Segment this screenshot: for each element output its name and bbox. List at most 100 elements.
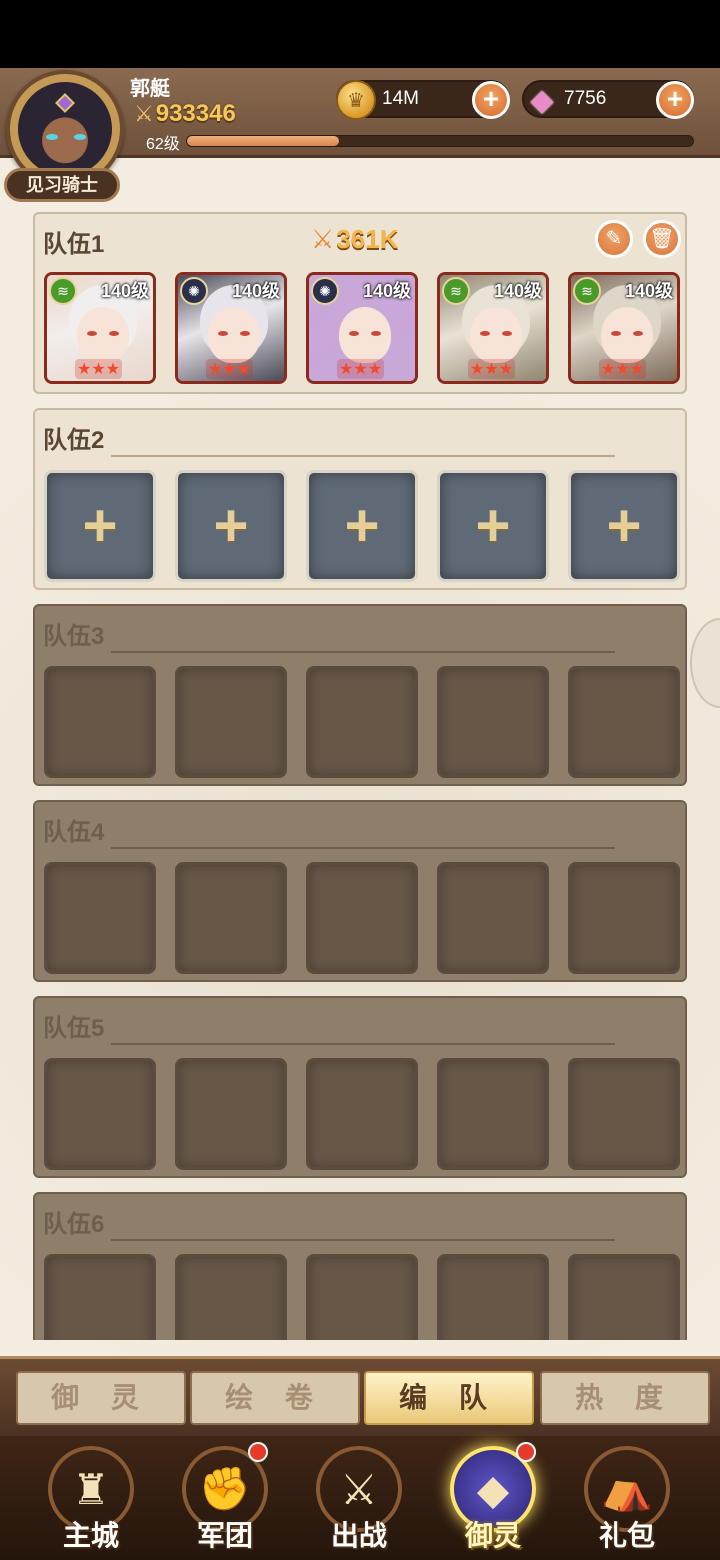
team-formation-screen: 郭艇 ⚔ 933346 62级 ♛ 14M + ◆ 7756 + 见习骑士 队伍… xyxy=(0,68,720,1560)
team-label: 队伍2 xyxy=(43,427,105,454)
level-progress-fill xyxy=(187,136,339,146)
hero-eye xyxy=(218,331,228,336)
hero-card[interactable]: ≋ 140级 ★★★ xyxy=(437,272,549,384)
subtab-1[interactable]: 绘 卷 xyxy=(190,1371,360,1425)
plus-icon: + xyxy=(606,492,642,559)
nav-item-4[interactable]: ⛺ 礼包 xyxy=(562,1440,692,1558)
edit-team-button[interactable]: ✎ xyxy=(595,220,633,258)
gem-icon: ◆ xyxy=(530,83,554,117)
team-slots xyxy=(44,1254,680,1340)
nav-label: 军团 xyxy=(196,1520,253,1551)
hero-card[interactable]: ≋ 140级 ★★★ xyxy=(44,272,156,384)
hero-eye xyxy=(502,331,512,336)
nav-item-1[interactable]: ✊ 军团 xyxy=(160,1440,290,1558)
divider xyxy=(111,455,615,457)
player-power-value: 933346 xyxy=(155,100,236,127)
nav-item-0[interactable]: ♜ 主城 xyxy=(26,1440,156,1558)
locked-slot xyxy=(44,1254,156,1340)
nav-item-3[interactable]: ◆ 御灵 xyxy=(428,1440,558,1558)
divider xyxy=(111,1239,615,1241)
avatar-eye xyxy=(74,134,86,140)
team-label: 队伍3 xyxy=(43,623,105,650)
team-slots: + + + + + xyxy=(44,470,680,582)
subtab-3[interactable]: 热 度 xyxy=(540,1371,710,1425)
notification-dot xyxy=(248,1442,268,1462)
team-label: 队伍6 xyxy=(43,1211,105,1238)
hero-level: 140级 xyxy=(493,281,542,301)
add-coins-button[interactable]: + xyxy=(472,81,510,119)
locked-slot xyxy=(437,1254,549,1340)
team-label: 队伍4 xyxy=(43,819,105,846)
team-power: ⚔ 361K xyxy=(311,224,398,255)
divider xyxy=(111,651,615,653)
hero-face xyxy=(208,307,260,363)
hero-card[interactable]: ≋ 140级 ★★★ xyxy=(568,272,680,384)
nav-item-2[interactable]: ⚔ 出战 xyxy=(294,1440,424,1558)
locked-slot xyxy=(568,1254,680,1340)
team-list[interactable]: 队伍1 ⚔ 361K ✎ 🗑 ≋ 140级 ★★★ ✺ 140级 ★★★ ✺ 140级 ★★★ ≋… xyxy=(0,168,720,1340)
coin-value: 14M xyxy=(382,88,419,109)
team-card-2: 队伍2 + + + + + xyxy=(33,408,687,590)
avatar-eye xyxy=(46,134,58,140)
locked-slot xyxy=(175,666,287,778)
empty-slot[interactable]: + xyxy=(437,470,549,582)
hero-eye xyxy=(480,331,490,336)
team-card-3: 队伍3 xyxy=(33,604,687,786)
player-title-badge: 见习骑士 xyxy=(4,168,120,202)
hero-card[interactable]: ✺ 140级 ★★★ xyxy=(306,272,418,384)
empty-slot[interactable]: + xyxy=(568,470,680,582)
hero-card[interactable]: ✺ 140级 ★★★ xyxy=(175,272,287,384)
locked-slot xyxy=(175,862,287,974)
locked-slot xyxy=(306,1254,418,1340)
team-label: 队伍1 xyxy=(43,231,105,258)
gem-counter: ◆ 7756 + xyxy=(522,80,694,119)
side-expand-handle[interactable] xyxy=(690,618,720,708)
hero-face xyxy=(339,307,391,363)
locked-slot xyxy=(437,666,549,778)
crossed-swords-icon: ⚔ xyxy=(311,224,335,254)
hero-stars: ★★★ xyxy=(599,359,647,379)
hero-eye xyxy=(349,331,359,336)
nav-label: 御灵 xyxy=(464,1520,521,1551)
level-progress-bar xyxy=(186,135,694,147)
nav-label: 主城 xyxy=(62,1520,119,1551)
empty-slot[interactable]: + xyxy=(306,470,418,582)
plus-icon: + xyxy=(213,492,249,559)
locked-slot xyxy=(568,862,680,974)
hero-face xyxy=(470,307,522,363)
locked-slot xyxy=(437,1058,549,1170)
status-bar xyxy=(0,0,720,68)
hero-level: 140级 xyxy=(362,281,411,301)
dark-element-icon: ✺ xyxy=(180,277,208,305)
coin-icon: ♛ xyxy=(336,80,376,120)
team-slots: ≋ 140级 ★★★ ✺ 140级 ★★★ ✺ 140级 ★★★ ≋ 140级 ★★★ ≋ 140级 ★★★ xyxy=(44,272,680,384)
divider xyxy=(111,1043,615,1045)
crown-jewel-icon xyxy=(55,93,75,113)
wind-element-icon: ≋ xyxy=(49,277,77,305)
locked-slot xyxy=(306,666,418,778)
wind-element-icon: ≋ xyxy=(573,277,601,305)
subtab-0[interactable]: 御 灵 xyxy=(16,1371,186,1425)
gem-value: 7756 xyxy=(564,88,607,109)
empty-slot[interactable]: + xyxy=(44,470,156,582)
plus-icon: + xyxy=(475,492,511,559)
locked-slot xyxy=(437,862,549,974)
add-gems-button[interactable]: + xyxy=(656,81,694,119)
team-slots xyxy=(44,862,680,974)
subtab-2[interactable]: 编 队 xyxy=(364,1371,534,1425)
locked-slot xyxy=(44,666,156,778)
hero-stars: ★★★ xyxy=(337,359,385,379)
hero-stars: ★★★ xyxy=(206,359,254,379)
hero-level: 140级 xyxy=(624,281,673,301)
team-card-1: 队伍1 ⚔ 361K ✎ 🗑 ≋ 140级 ★★★ ✺ 140级 ★★★ ✺ 140级 ★★★ ≋… xyxy=(33,212,687,394)
bottom-navigation: ♜ 主城 ✊ 军团 ⚔ 出战 ◆ 御灵 ⛺ 礼包 xyxy=(0,1436,720,1560)
hero-eye xyxy=(109,331,119,336)
empty-slot[interactable]: + xyxy=(175,470,287,582)
dark-element-icon: ✺ xyxy=(311,277,339,305)
hero-level: 140级 xyxy=(100,281,149,301)
plus-icon: + xyxy=(82,492,118,559)
hero-face xyxy=(77,307,129,363)
player-level: 62级 xyxy=(146,136,180,153)
hero-eye xyxy=(240,331,250,336)
delete-team-button[interactable]: 🗑 xyxy=(643,220,681,258)
